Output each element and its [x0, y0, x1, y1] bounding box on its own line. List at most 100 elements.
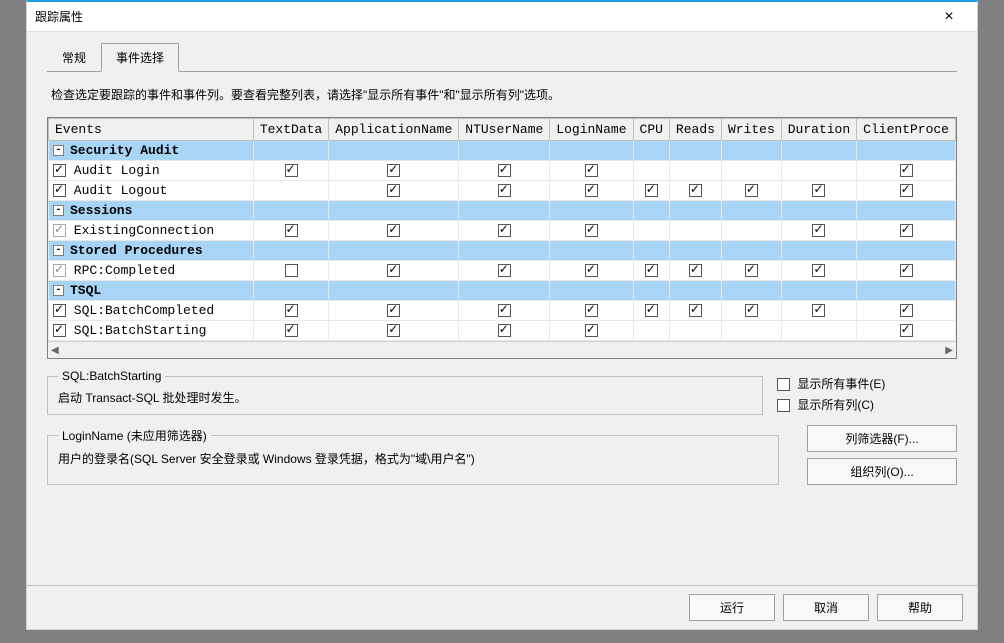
column-cell[interactable]: [253, 261, 328, 281]
column-checkbox[interactable]: [689, 264, 702, 277]
column-cell[interactable]: [550, 161, 633, 181]
column-cell[interactable]: [459, 221, 550, 241]
column-cell[interactable]: [857, 321, 956, 341]
column-checkbox[interactable]: [387, 164, 400, 177]
column-filters-button[interactable]: 列筛选器(F)...: [807, 425, 957, 452]
column-checkbox[interactable]: [585, 224, 598, 237]
col-header-ntusername[interactable]: NTUserName: [459, 119, 550, 141]
column-checkbox[interactable]: [645, 184, 658, 197]
col-header-writes[interactable]: Writes: [721, 119, 781, 141]
column-cell[interactable]: [459, 181, 550, 201]
column-checkbox[interactable]: [812, 224, 825, 237]
column-cell[interactable]: [329, 181, 459, 201]
column-checkbox[interactable]: [387, 264, 400, 277]
column-checkbox[interactable]: [585, 264, 598, 277]
event-row[interactable]: SQL:BatchCompleted: [49, 301, 956, 321]
event-enable-checkbox[interactable]: [53, 304, 66, 317]
column-cell[interactable]: [721, 301, 781, 321]
event-row[interactable]: Audit Logout: [49, 181, 956, 201]
column-cell[interactable]: [781, 221, 856, 241]
column-cell[interactable]: [329, 261, 459, 281]
column-cell[interactable]: [459, 261, 550, 281]
column-checkbox[interactable]: [585, 184, 598, 197]
column-cell[interactable]: [781, 181, 856, 201]
column-checkbox[interactable]: [900, 324, 913, 337]
column-checkbox[interactable]: [745, 304, 758, 317]
column-cell[interactable]: [721, 181, 781, 201]
column-cell[interactable]: [253, 301, 328, 321]
column-checkbox[interactable]: [498, 324, 511, 337]
column-checkbox[interactable]: [498, 304, 511, 317]
scroll-right-arrow-icon[interactable]: ▶: [945, 345, 953, 356]
tab-event-selection[interactable]: 事件选择: [101, 43, 179, 72]
event-cell[interactable]: Audit Logout: [49, 181, 254, 201]
collapse-icon[interactable]: -: [53, 145, 64, 156]
show-all-events-option[interactable]: 显示所有事件(E): [777, 375, 957, 392]
column-cell[interactable]: [857, 161, 956, 181]
collapse-icon[interactable]: -: [53, 245, 64, 256]
column-checkbox[interactable]: [585, 304, 598, 317]
column-checkbox[interactable]: [387, 304, 400, 317]
category-cell[interactable]: -Sessions: [49, 201, 254, 221]
column-checkbox[interactable]: [498, 184, 511, 197]
column-checkbox[interactable]: [900, 184, 913, 197]
column-checkbox[interactable]: [585, 164, 598, 177]
col-header-applicationname[interactable]: ApplicationName: [329, 119, 459, 141]
col-header-reads[interactable]: Reads: [669, 119, 721, 141]
column-cell[interactable]: [329, 221, 459, 241]
collapse-icon[interactable]: -: [53, 205, 64, 216]
column-cell[interactable]: [669, 181, 721, 201]
event-row[interactable]: Audit Login: [49, 161, 956, 181]
column-cell[interactable]: [550, 321, 633, 341]
column-checkbox[interactable]: [689, 304, 702, 317]
column-cell[interactable]: [633, 301, 669, 321]
column-cell[interactable]: [669, 261, 721, 281]
column-checkbox[interactable]: [645, 304, 658, 317]
column-checkbox[interactable]: [689, 184, 702, 197]
column-checkbox[interactable]: [812, 184, 825, 197]
category-cell[interactable]: -TSQL: [49, 281, 254, 301]
column-checkbox[interactable]: [745, 184, 758, 197]
category-cell[interactable]: -Security Audit: [49, 141, 254, 161]
column-checkbox[interactable]: [498, 224, 511, 237]
column-checkbox[interactable]: [900, 304, 913, 317]
event-enable-checkbox[interactable]: [53, 164, 66, 177]
event-enable-checkbox[interactable]: [53, 184, 66, 197]
col-header-duration[interactable]: Duration: [781, 119, 856, 141]
event-row[interactable]: ExistingConnection: [49, 221, 956, 241]
category-row[interactable]: -Stored Procedures: [49, 241, 956, 261]
column-cell[interactable]: [550, 221, 633, 241]
event-cell[interactable]: Audit Login: [49, 161, 254, 181]
column-cell[interactable]: [857, 261, 956, 281]
show-all-columns-checkbox[interactable]: [777, 399, 790, 412]
column-cell[interactable]: [550, 181, 633, 201]
show-all-columns-option[interactable]: 显示所有列(C): [777, 396, 957, 413]
column-cell[interactable]: [781, 301, 856, 321]
column-checkbox[interactable]: [285, 304, 298, 317]
collapse-icon[interactable]: -: [53, 285, 64, 296]
column-checkbox[interactable]: [387, 224, 400, 237]
column-checkbox[interactable]: [498, 164, 511, 177]
column-checkbox[interactable]: [900, 264, 913, 277]
column-cell[interactable]: [633, 181, 669, 201]
column-cell[interactable]: [550, 301, 633, 321]
column-checkbox[interactable]: [285, 264, 298, 277]
col-header-clientprocess[interactable]: ClientProce: [857, 119, 956, 141]
column-cell[interactable]: [253, 221, 328, 241]
scroll-left-arrow-icon[interactable]: ◀: [51, 345, 59, 356]
column-cell[interactable]: [329, 301, 459, 321]
column-cell[interactable]: [459, 301, 550, 321]
column-checkbox[interactable]: [900, 224, 913, 237]
col-header-textdata[interactable]: TextData: [253, 119, 328, 141]
column-cell[interactable]: [721, 261, 781, 281]
event-cell[interactable]: ExistingConnection: [49, 221, 254, 241]
column-cell[interactable]: [633, 261, 669, 281]
help-button[interactable]: 帮助: [877, 594, 963, 621]
show-all-events-checkbox[interactable]: [777, 378, 790, 391]
tab-general[interactable]: 常规: [47, 43, 101, 72]
event-row[interactable]: SQL:BatchStarting: [49, 321, 956, 341]
column-checkbox[interactable]: [812, 304, 825, 317]
column-cell[interactable]: [669, 301, 721, 321]
column-cell[interactable]: [459, 161, 550, 181]
column-cell[interactable]: [459, 321, 550, 341]
